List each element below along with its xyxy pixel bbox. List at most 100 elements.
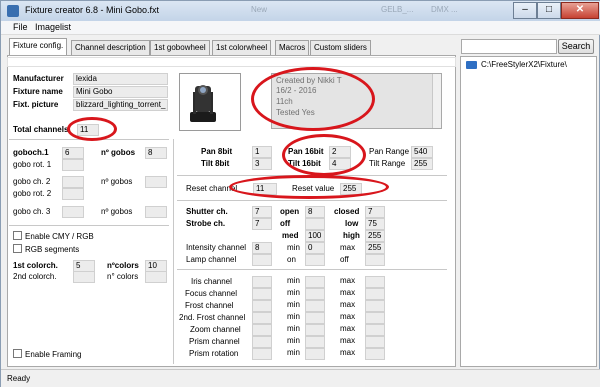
tab-custom-sliders[interactable]: Custom sliders — [310, 40, 371, 55]
title-bar: Fixture creator 6.8 - Mini Gobo.fxt New … — [1, 1, 600, 21]
extra-max-field[interactable] — [365, 288, 385, 300]
lamp-on-field[interactable] — [305, 254, 325, 266]
intensity-min-label: min — [287, 243, 300, 252]
manufacturer-field[interactable]: lexida — [73, 73, 168, 85]
minimize-button[interactable]: – — [513, 2, 537, 19]
fixture-picture-field[interactable]: blizzard_lighting_torrent_ — [73, 99, 168, 111]
fixture-picture[interactable] — [179, 73, 241, 131]
extra-channel-field[interactable] — [252, 276, 272, 288]
extra-channel-label: Focus channel — [185, 289, 238, 298]
extra-channel-field[interactable] — [252, 312, 272, 324]
reset-channel-field[interactable]: 11 — [253, 183, 277, 195]
extra-max-field[interactable] — [365, 348, 385, 360]
extra-max-field[interactable] — [365, 336, 385, 348]
gobo-rot2-field[interactable] — [62, 188, 84, 200]
notes-line: 16/2 - 2016 — [276, 86, 317, 95]
intensity-label: Intensity channel — [186, 243, 247, 252]
intensity-field[interactable]: 8 — [252, 242, 272, 254]
intensity-max-field[interactable]: 255 — [365, 242, 385, 254]
extra-channel-field[interactable] — [252, 336, 272, 348]
closed-field[interactable]: 7 — [365, 206, 385, 218]
intensity-min-field[interactable]: 0 — [305, 242, 325, 254]
tab-channel-description[interactable]: Channel description — [71, 40, 150, 55]
pan16-field[interactable]: 2 — [329, 146, 351, 158]
goboch1-field[interactable]: 6 — [62, 147, 84, 159]
colorch2-label: 2nd colorch. — [13, 272, 57, 281]
extra-channel-label: Zoom channel — [190, 325, 241, 334]
extra-min-field[interactable] — [305, 348, 325, 360]
ngobos2-field[interactable] — [145, 176, 167, 188]
extra-channel-field[interactable] — [252, 348, 272, 360]
lamp-field[interactable] — [252, 254, 272, 266]
tilt8-field[interactable]: 3 — [252, 158, 272, 170]
menu-file[interactable]: File — [13, 22, 28, 32]
pan8-field[interactable]: 1 — [252, 146, 272, 158]
extra-max-field[interactable] — [365, 300, 385, 312]
extra-channel-label: 2nd. Frost channel — [179, 313, 246, 322]
total-channels-field[interactable]: 11 — [77, 124, 99, 136]
notes-scrollbar[interactable] — [432, 74, 441, 128]
folder-icon — [466, 61, 477, 69]
extra-min-label: min — [287, 324, 300, 333]
shutter-field[interactable]: 7 — [252, 206, 272, 218]
rgb-segments-checkbox[interactable] — [13, 244, 22, 253]
tilt-range-label: Tilt Range — [369, 159, 406, 168]
extra-channel-field[interactable] — [252, 324, 272, 336]
tree-path[interactable]: C:\FreeStylerX2\Fixture\ — [481, 60, 567, 69]
extra-max-field[interactable] — [365, 276, 385, 288]
tab-1st-gobowheel[interactable]: 1st gobowheel — [150, 40, 210, 55]
extra-min-field[interactable] — [305, 336, 325, 348]
extra-min-field[interactable] — [305, 312, 325, 324]
off-field[interactable] — [305, 218, 325, 230]
tab-macros[interactable]: Macros — [275, 40, 310, 55]
open-field[interactable]: 8 — [305, 206, 325, 218]
status-text: Ready — [7, 374, 31, 383]
strobe-field[interactable]: 7 — [252, 218, 272, 230]
search-button[interactable]: Search — [558, 39, 594, 54]
extra-max-field[interactable] — [365, 312, 385, 324]
background-tab: GELB_... — [381, 5, 414, 14]
off-label: off — [280, 219, 291, 228]
search-input[interactable] — [461, 39, 557, 54]
fixture-name-field[interactable]: Mini Gobo — [73, 86, 168, 98]
enable-cmy-checkbox[interactable] — [13, 231, 22, 240]
notes-box[interactable]: Created by Nikki T 16/2 - 2016 11ch Test… — [271, 73, 442, 129]
extra-min-field[interactable] — [305, 324, 325, 336]
tab-fixture-config[interactable]: Fixture config. — [9, 38, 68, 56]
extra-min-field[interactable] — [305, 288, 325, 300]
colorch1-label: 1st colorch. — [13, 261, 58, 270]
enable-cmy-label: Enable CMY / RGB — [25, 232, 94, 241]
tilt-range-field[interactable]: 255 — [411, 158, 433, 170]
colorch2-field[interactable] — [73, 271, 95, 283]
enable-framing-checkbox[interactable] — [13, 349, 22, 358]
maximize-button[interactable]: □ — [537, 2, 561, 19]
goboch3-field[interactable] — [62, 206, 84, 218]
pan-range-label: Pan Range — [369, 147, 410, 156]
ngobos3-field[interactable] — [145, 206, 167, 218]
low-field[interactable]: 75 — [365, 218, 385, 230]
extra-min-label: min — [287, 288, 300, 297]
goboch2-field[interactable] — [62, 176, 84, 188]
ngobos1-field[interactable]: 8 — [145, 147, 167, 159]
status-bar: Ready — [1, 369, 600, 387]
extra-channel-field[interactable] — [252, 300, 272, 312]
med-field[interactable]: 100 — [305, 230, 325, 242]
tab-1st-colorwheel[interactable]: 1st colorwheel — [212, 40, 272, 55]
extra-channel-field[interactable] — [252, 288, 272, 300]
high-field[interactable]: 255 — [365, 230, 385, 242]
pan-range-field[interactable]: 540 — [411, 146, 433, 158]
lamp-off-field[interactable] — [365, 254, 385, 266]
app-icon — [7, 5, 19, 17]
enable-framing-label: Enable Framing — [25, 350, 82, 359]
reset-value-field[interactable]: 255 — [340, 183, 362, 195]
close-button[interactable]: ✕ — [561, 2, 599, 19]
tilt16-field[interactable]: 4 — [329, 158, 351, 170]
menu-imagelist[interactable]: Imagelist — [35, 22, 71, 32]
extra-min-field[interactable] — [305, 276, 325, 288]
extra-min-field[interactable] — [305, 300, 325, 312]
extra-max-label: max — [340, 300, 356, 309]
extra-max-field[interactable] — [365, 324, 385, 336]
gobo-rot1-field[interactable] — [62, 159, 84, 171]
lamp-off-label: off — [340, 255, 349, 264]
ncolors2-field[interactable] — [145, 271, 167, 283]
